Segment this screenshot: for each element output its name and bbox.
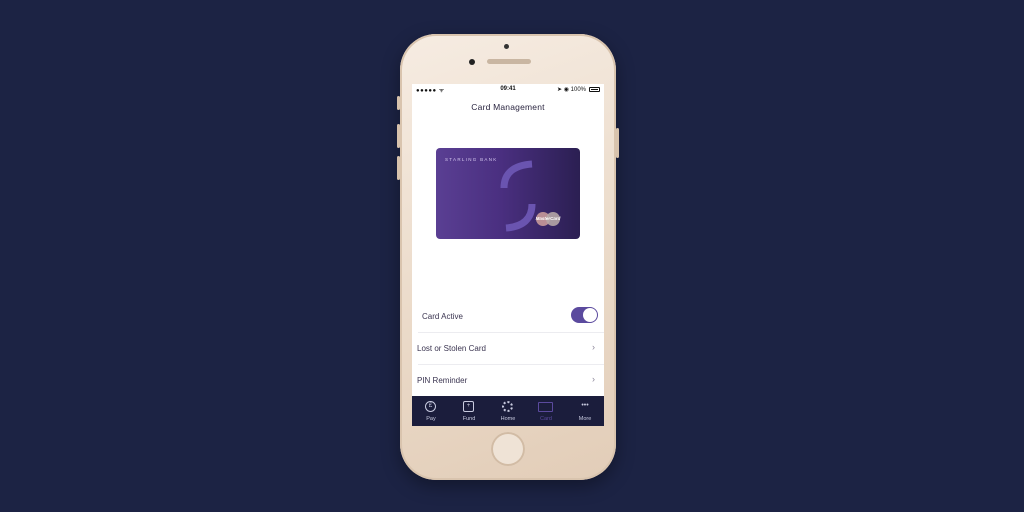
row-divider — [418, 332, 604, 333]
tab-home-label: Home — [500, 416, 516, 422]
card-brand-name: STARLING BANK — [445, 157, 498, 162]
earpiece-speaker — [487, 59, 531, 64]
mastercard-logo: MasterCard — [535, 216, 561, 221]
mute-switch — [397, 96, 400, 110]
tab-home[interactable]: Home — [489, 396, 527, 426]
app-screen: ●●●●● ᯤ 09:41 ➤ ◉ 100% Card Management S… — [412, 84, 604, 426]
lost-stolen-card-label: Lost or Stolen Card — [417, 344, 486, 353]
page-title: Card Management — [471, 102, 545, 112]
card-active-toggle[interactable] — [571, 307, 598, 323]
chevron-right-icon: › — [592, 342, 595, 352]
card-active-row: Card Active — [412, 302, 604, 330]
tab-pay-label: Pay — [426, 416, 436, 422]
plus-icon: + — [463, 401, 474, 412]
battery-icon — [589, 87, 600, 92]
tab-fund[interactable]: + Fund — [450, 396, 488, 426]
home-button[interactable] — [491, 432, 525, 466]
tab-card[interactable]: Card — [527, 396, 565, 426]
front-camera — [469, 59, 475, 65]
card-active-label: Card Active — [422, 312, 463, 321]
row-divider — [418, 364, 604, 365]
status-right: ➤ ◉ 100% — [557, 87, 586, 93]
tab-bar: £ Pay + Fund Home Card ••• More — [412, 396, 604, 426]
tab-pay[interactable]: £ Pay — [412, 396, 450, 426]
volume-up-button — [397, 124, 400, 148]
pin-reminder-label: PIN Reminder — [417, 376, 468, 385]
toggle-knob — [583, 308, 597, 322]
proximity-sensor — [504, 44, 509, 49]
bank-card-image[interactable]: STARLING BANK MasterCard — [436, 148, 580, 239]
tab-more[interactable]: ••• More — [566, 396, 604, 426]
volume-down-button — [397, 156, 400, 180]
tab-fund-label: Fund — [462, 416, 476, 422]
tab-more-label: More — [578, 416, 592, 422]
more-dots-icon: ••• — [581, 402, 589, 409]
card-icon — [538, 402, 553, 412]
pound-icon: £ — [425, 401, 436, 412]
status-bar: ●●●●● ᯤ 09:41 ➤ ◉ 100% — [412, 84, 604, 96]
starling-logo-arc — [500, 160, 536, 232]
lost-stolen-card-row[interactable]: Lost or Stolen Card › — [412, 334, 604, 362]
chevron-right-icon: › — [592, 374, 595, 384]
home-circle-icon — [502, 401, 513, 412]
pin-reminder-row[interactable]: PIN Reminder › — [412, 366, 604, 394]
power-button — [616, 128, 619, 158]
tab-card-label: Card — [540, 416, 552, 422]
